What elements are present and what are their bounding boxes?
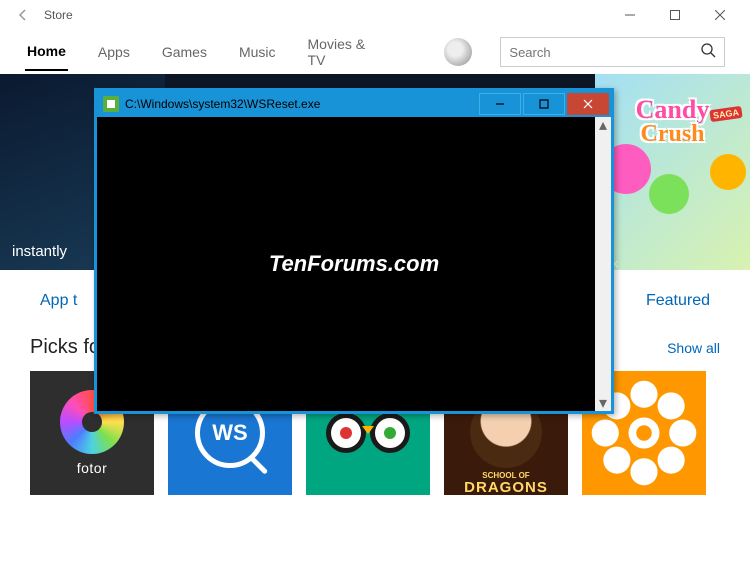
scroll-up-icon[interactable]: ▴ xyxy=(595,117,611,133)
scroll-track[interactable] xyxy=(595,133,611,395)
cmd-scrollbar[interactable]: ▴ ▾ xyxy=(595,117,611,411)
cmd-maximize-button[interactable] xyxy=(523,93,565,115)
show-all-link[interactable]: Show all xyxy=(667,340,720,356)
tile-label: fotor xyxy=(77,460,108,476)
hero-slide-right[interactable]: Candy Crush SAGA C Ex xyxy=(595,74,750,270)
scroll-down-icon[interactable]: ▾ xyxy=(595,395,611,411)
candy-decor xyxy=(710,154,746,190)
hero-right-title1: Candy xyxy=(636,98,710,121)
nav-movies[interactable]: Movies & TV xyxy=(306,26,389,78)
hero-right-title2: Crush xyxy=(640,121,704,148)
close-button[interactable] xyxy=(697,1,742,29)
window-title: Store xyxy=(44,8,73,22)
hero-right-badge: SAGA xyxy=(709,106,742,122)
hero-left-caption: instantly xyxy=(12,243,67,260)
nav-bar: Home Apps Games Music Movies & TV xyxy=(0,30,750,74)
maximize-button[interactable] xyxy=(652,1,697,29)
tab-app[interactable]: App t xyxy=(40,292,77,310)
nav-home[interactable]: Home xyxy=(25,33,68,71)
cmd-titlebar[interactable]: C:\Windows\system32\WSReset.exe xyxy=(97,91,611,117)
minimize-button[interactable] xyxy=(607,1,652,29)
cmd-minimize-button[interactable] xyxy=(479,93,521,115)
cmd-close-button[interactable] xyxy=(567,93,609,115)
search-box[interactable] xyxy=(500,37,725,67)
nav-games[interactable]: Games xyxy=(160,34,209,70)
cmd-app-icon xyxy=(103,96,119,112)
tab-featured[interactable]: Featured xyxy=(646,292,710,310)
tile-label: WS xyxy=(212,420,247,446)
cmd-window: C:\Windows\system32\WSReset.exe TenForum… xyxy=(94,88,614,414)
cmd-title: C:\Windows\system32\WSReset.exe xyxy=(125,97,320,111)
back-button[interactable] xyxy=(8,7,38,23)
candy-decor xyxy=(649,174,689,214)
watermark-text: TenForums.com xyxy=(269,251,439,277)
search-icon[interactable] xyxy=(700,42,716,63)
cmd-body: TenForums.com ▴ ▾ xyxy=(97,117,611,411)
nav-apps[interactable]: Apps xyxy=(96,34,132,70)
search-input[interactable] xyxy=(509,45,700,60)
nav-music[interactable]: Music xyxy=(237,34,278,70)
user-avatar[interactable] xyxy=(444,38,472,66)
tile-label: SCHOOL OF DRAGONS xyxy=(464,472,548,495)
